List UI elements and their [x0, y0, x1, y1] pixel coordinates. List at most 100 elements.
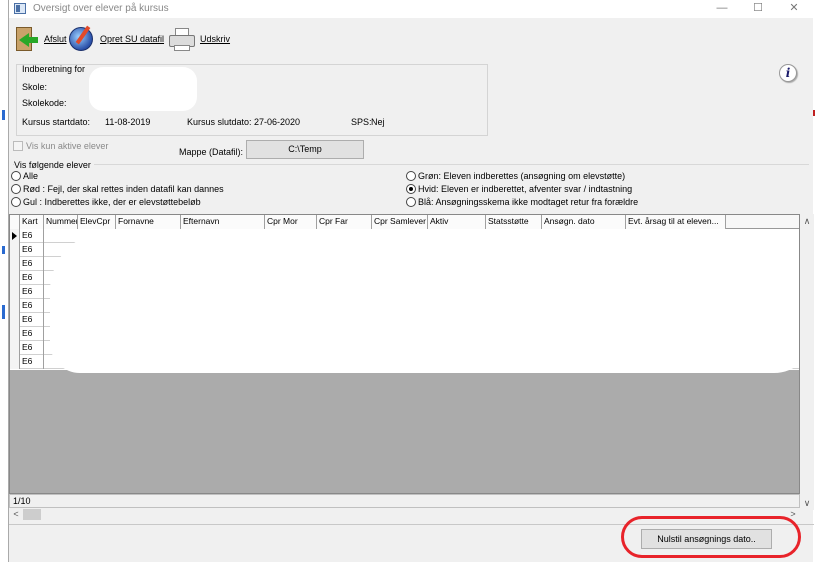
row-selector[interactable]: [10, 243, 20, 257]
row-selector[interactable]: [10, 285, 20, 299]
school-label: Skole:: [22, 82, 48, 92]
scroll-left-icon[interactable]: <: [9, 508, 23, 521]
info-icon[interactable]: i: [779, 64, 797, 82]
column-header[interactable]: Efternavn: [181, 215, 265, 229]
row-selector-current[interactable]: [10, 229, 20, 243]
folder-label: Mappe (Datafil):: [179, 147, 244, 157]
vertical-scrollbar[interactable]: ∧ ∨: [800, 214, 814, 510]
radio-dot: [11, 197, 21, 207]
kart-cell: E6: [20, 229, 44, 243]
maximize-button[interactable]: ☐: [740, 0, 776, 18]
redacted-grid-data: [50, 231, 799, 373]
row-selector[interactable]: [10, 327, 20, 341]
redacted-school-info: [89, 67, 197, 111]
radio-label: Grøn: Eleven indberettes (ansøgning om e…: [418, 171, 626, 181]
exit-button[interactable]: Afslut: [13, 24, 67, 54]
kart-cell: E6: [20, 341, 44, 355]
row-selector[interactable]: [10, 257, 20, 271]
column-header[interactable]: Statsstøtte: [486, 215, 542, 229]
scroll-down-icon[interactable]: ∨: [800, 496, 814, 510]
radio-red[interactable]: Rød : Fejl, der skal rettes inden datafi…: [11, 184, 224, 194]
window-title: Oversigt over elever på kursus: [33, 3, 169, 14]
column-header[interactable]: ElevCpr: [78, 215, 116, 229]
kart-cell: E6: [20, 327, 44, 341]
radio-all[interactable]: Alle: [11, 171, 38, 181]
create-datafile-button[interactable]: Opret SU datafil: [67, 24, 164, 54]
title-bar: Oversigt over elever på kursus — ☐ ✕: [9, 0, 814, 18]
column-header[interactable]: Nummer: [44, 215, 78, 229]
report-legend: Indberetning for: [22, 64, 86, 74]
minimize-button[interactable]: —: [704, 0, 740, 18]
radio-label: Alle: [23, 171, 39, 181]
end-date-value: 27-06-2020: [254, 117, 301, 127]
current-row-icon: [12, 232, 17, 240]
close-button[interactable]: ✕: [776, 0, 812, 18]
print-label: Udskriv: [200, 34, 231, 44]
edge-marker: [2, 305, 5, 319]
kart-cell: E6: [20, 299, 44, 313]
kart-cell: E6: [20, 313, 44, 327]
filter-legend: Vis følgende elever: [14, 160, 94, 170]
folder-button[interactable]: C:\Temp: [246, 140, 364, 159]
column-header[interactable]: Cpr Mor: [265, 215, 317, 229]
exit-door-icon: [13, 25, 41, 53]
filter-separator: [13, 164, 809, 165]
column-header[interactable]: Kart: [20, 215, 44, 229]
column-header[interactable]: Cpr Samlever: [372, 215, 428, 229]
kart-cell: E6: [20, 243, 44, 257]
students-grid: Kart Nummer ElevCpr Fornavne Efternavn Cpr Mo…: [9, 214, 800, 494]
radio-label: Gul : Indberettes ikke, der er elevstøtt…: [23, 197, 201, 207]
print-button[interactable]: Udskriv: [167, 24, 230, 54]
active-only-checkbox[interactable]: Vis kun aktive elever: [13, 141, 108, 151]
main-window: Oversigt over elever på kursus — ☐ ✕ Afs…: [8, 0, 814, 562]
start-date-value: 11-08-2019: [105, 117, 151, 127]
printer-icon: [167, 25, 197, 53]
column-header[interactable]: Cpr Far: [317, 215, 372, 229]
end-date-label: Kursus slutdato:: [187, 117, 252, 127]
radio-dot: [406, 171, 416, 181]
record-status: 1/10: [9, 494, 800, 508]
grid-header: Kart Nummer ElevCpr Fornavne Efternavn Cpr Mo…: [10, 215, 799, 229]
start-date-label: Kursus startdato:: [22, 117, 91, 127]
left-edge: [0, 0, 8, 562]
checkbox-box: [13, 141, 23, 151]
sps-label: SPS:: [351, 117, 372, 127]
column-header[interactable]: Ansøgn. dato: [542, 215, 626, 229]
kart-cell: E6: [20, 285, 44, 299]
radio-dot-selected: [406, 184, 416, 194]
create-datafile-label: Opret SU datafil: [100, 34, 165, 44]
kart-cell: E6: [20, 271, 44, 285]
app-icon: [14, 3, 26, 14]
exit-label: Afslut: [44, 34, 67, 44]
radio-yellow[interactable]: Gul : Indberettes ikke, der er elevstøtt…: [11, 197, 201, 207]
radio-green[interactable]: Grøn: Eleven indberettes (ansøgning om e…: [406, 171, 625, 181]
column-header[interactable]: Aktiv: [428, 215, 486, 229]
radio-label: Hvid: Eleven er indberettet, afventer sv…: [418, 184, 633, 194]
row-selector[interactable]: [10, 355, 20, 369]
radio-label: Rød : Fejl, der skal rettes inden datafi…: [23, 184, 224, 194]
radio-dot: [11, 184, 21, 194]
row-selector[interactable]: [10, 299, 20, 313]
red-highlight-circle: [621, 516, 801, 558]
scroll-up-icon[interactable]: ∧: [800, 214, 814, 228]
kart-cell: E6: [20, 355, 44, 369]
scroll-thumb[interactable]: [23, 509, 41, 520]
radio-white[interactable]: Hvid: Eleven er indberettet, afventer sv…: [406, 184, 632, 194]
row-selector[interactable]: [10, 271, 20, 285]
radio-dot: [406, 197, 416, 207]
edge-marker: [2, 246, 5, 254]
toolbar: Afslut Opret SU datafil Udskriv: [9, 20, 814, 58]
row-selector[interactable]: [10, 313, 20, 327]
column-header[interactable]: Fornavne: [116, 215, 181, 229]
disc-pen-icon: [67, 25, 97, 53]
row-selector[interactable]: [10, 341, 20, 355]
kart-cell: E6: [20, 257, 44, 271]
active-only-label: Vis kun aktive elever: [26, 141, 109, 151]
column-header[interactable]: Evt. årsag til at eleven...: [626, 215, 726, 229]
grid-corner[interactable]: [10, 215, 20, 229]
radio-dot: [11, 171, 21, 181]
sps-value: Nej: [371, 117, 385, 127]
report-info-group: Indberetning for Skole: Skolekode: Kursu…: [16, 64, 488, 136]
radio-blue[interactable]: Blå: Ansøgningsskema ikke modtaget retur…: [406, 197, 638, 207]
radio-label: Blå: Ansøgningsskema ikke modtaget retur…: [418, 197, 639, 207]
